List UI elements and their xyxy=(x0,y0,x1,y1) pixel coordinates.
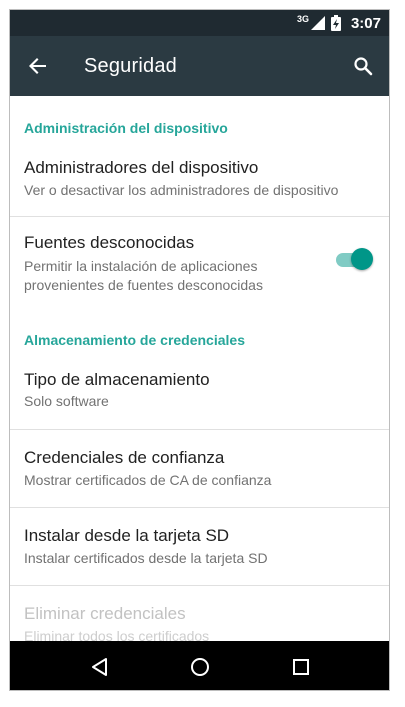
pref-device-administrators[interactable]: Administradores del dispositivo Ver o de… xyxy=(10,142,389,216)
arrow-back-icon xyxy=(29,58,46,74)
section-header-credentials: Almacenamiento de credenciales xyxy=(24,332,245,348)
pref-title: Instalar desde la tarjeta SD xyxy=(24,526,230,545)
pref-title: Eliminar credenciales xyxy=(24,604,186,623)
pref-summary: Ver o desactivar los administradores de … xyxy=(24,182,339,198)
pref-summary: Permitir la instalación de aplicaciones … xyxy=(24,258,263,293)
nav-home-icon xyxy=(191,657,210,676)
search-button[interactable] xyxy=(339,36,387,96)
pref-storage-type[interactable]: Tipo de almacenamiento Solo software xyxy=(10,352,389,430)
unknown-sources-toggle[interactable] xyxy=(334,246,374,272)
pref-summary: Solo software xyxy=(24,393,109,409)
pref-clear-credentials: Eliminar credenciales Eliminar todos los… xyxy=(10,586,389,641)
pref-title: Credenciales de confianza xyxy=(24,448,225,467)
nav-recents-button[interactable] xyxy=(271,641,331,690)
pref-title: Fuentes desconocidas xyxy=(24,233,195,252)
app-bar: Seguridad xyxy=(10,36,389,96)
pref-title: Administradores del dispositivo xyxy=(24,158,259,177)
page-title: Seguridad xyxy=(84,54,177,77)
section-header-device-admin: Administración del dispositivo xyxy=(24,120,228,136)
pref-trusted-credentials[interactable]: Credenciales de confianza Mostrar certif… xyxy=(10,430,389,508)
settings-list[interactable]: Administración del dispositivo Administr… xyxy=(10,96,389,641)
signal-icon xyxy=(310,16,325,30)
battery-charging-icon xyxy=(330,15,341,31)
navigation-bar xyxy=(10,641,389,690)
pref-unknown-sources[interactable]: Fuentes desconocidas Permitir la instala… xyxy=(10,217,389,309)
network-type: 3G xyxy=(296,14,309,24)
pref-summary: Instalar certificados desde la tarjeta S… xyxy=(24,550,268,566)
nav-back-icon xyxy=(92,657,108,676)
nav-home-button[interactable] xyxy=(170,641,230,690)
nav-back-button[interactable] xyxy=(70,641,130,690)
status-bar: 3G 3:07 xyxy=(10,10,389,36)
pref-summary: Mostrar certificados de CA de confianza xyxy=(24,472,272,488)
phone-screen: 3G 3:07 Seguridad Administración del dis… xyxy=(9,9,390,691)
search-icon xyxy=(354,57,373,76)
back-button[interactable] xyxy=(10,36,66,96)
pref-title: Tipo de almacenamiento xyxy=(24,370,210,389)
toggle-thumb xyxy=(351,248,373,270)
pref-summary: Eliminar todos los certificados xyxy=(24,628,210,641)
clock: 3:07 xyxy=(350,14,381,32)
pref-install-from-sd[interactable]: Instalar desde la tarjeta SD Instalar ce… xyxy=(10,508,389,586)
nav-recents-icon xyxy=(292,658,309,675)
